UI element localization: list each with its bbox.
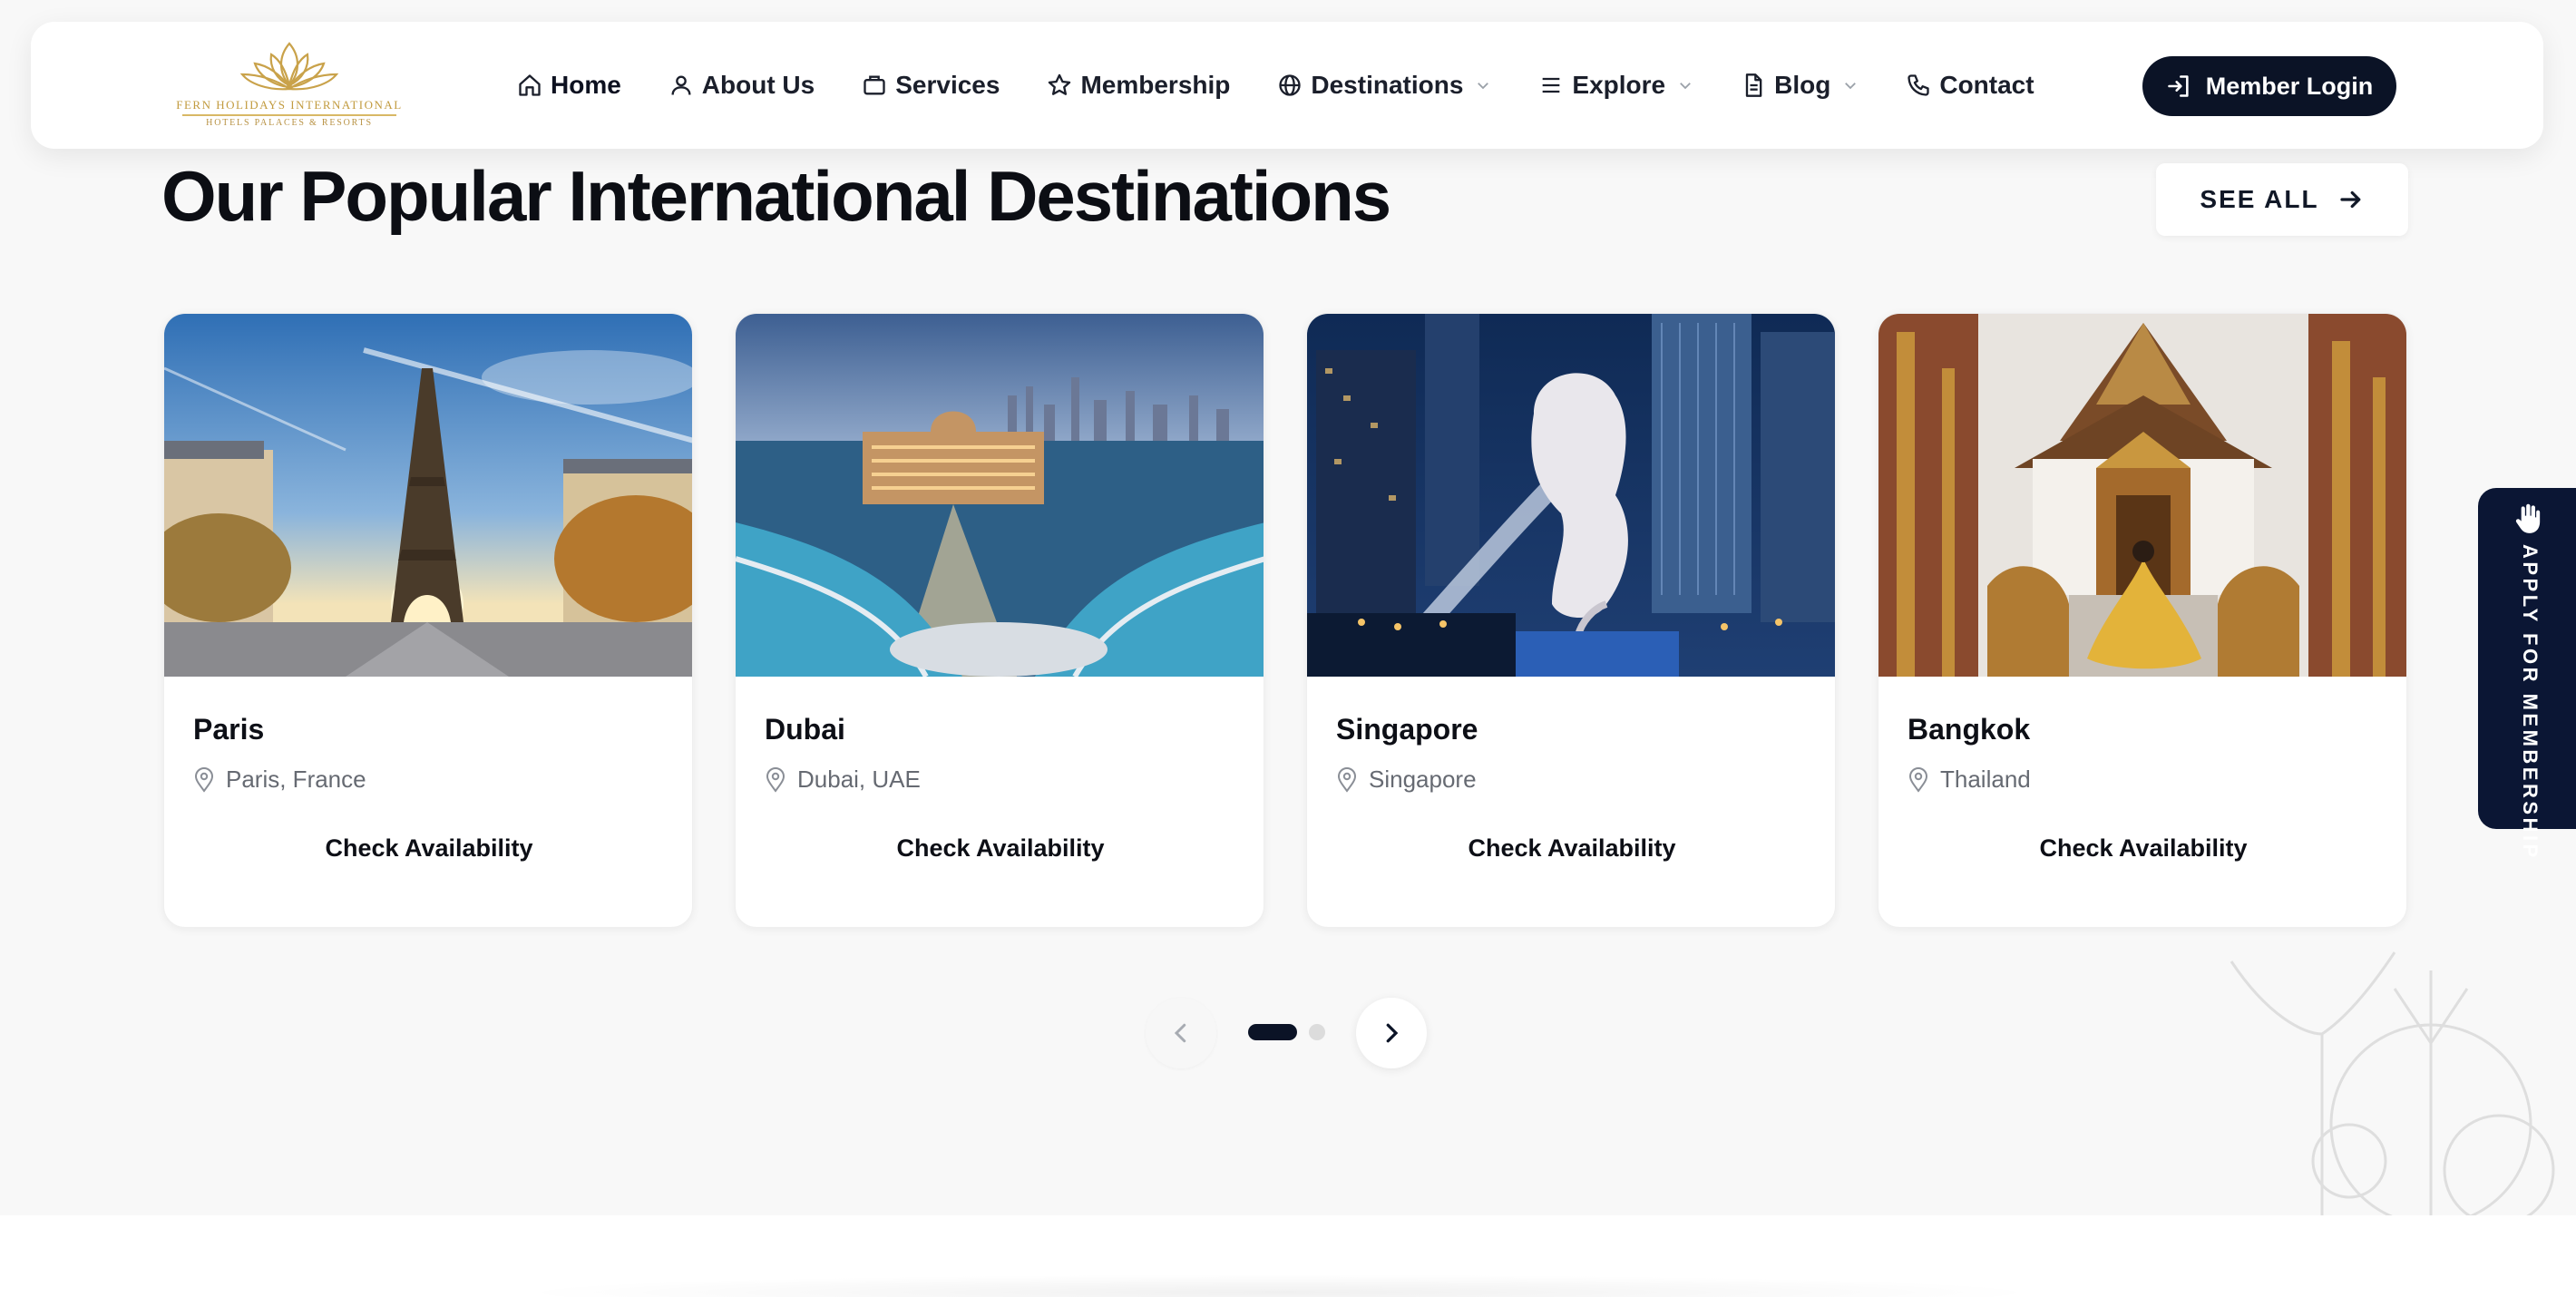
card-location-text: Singapore [1369, 766, 1477, 793]
section-heading: Our Popular International Destinations [161, 156, 1391, 236]
card-location: Dubai, UAE [765, 766, 921, 794]
card-location: Thailand [1908, 766, 2031, 794]
nav-about[interactable]: About Us [668, 71, 815, 100]
card-location: Singapore [1336, 766, 1477, 794]
nav-blog-label: Blog [1774, 71, 1831, 99]
nav-home-label: Home [551, 71, 621, 99]
chevron-down-icon [1478, 83, 1489, 90]
user-icon [671, 75, 691, 95]
nav-membership-label: Membership [1080, 71, 1231, 99]
destination-card[interactable]: Paris Paris, France Check Availability [163, 313, 693, 928]
brand-name: FERN HOLIDAYS INTERNATIONAL [176, 98, 403, 112]
carousel-next-button[interactable] [1356, 998, 1427, 1068]
nav-about-label: About Us [701, 71, 815, 99]
card-title: Bangkok [1908, 713, 2031, 746]
location-pin-icon [194, 766, 214, 793]
nav-services[interactable]: Services [862, 71, 1000, 100]
briefcase-icon [864, 75, 885, 95]
brand-divider [182, 114, 396, 116]
nav-explore-label: Explore [1572, 71, 1666, 99]
singapore-photo [1307, 314, 1835, 677]
location-pin-icon [1337, 766, 1357, 793]
chevron-left-icon [1174, 1023, 1186, 1043]
home-icon [519, 74, 541, 96]
nav-blog[interactable]: Blog [1741, 71, 1859, 100]
apply-membership-label: APPLY FOR MEMBERSHIP [2519, 544, 2542, 861]
nav-membership[interactable]: Membership [1047, 71, 1230, 100]
card-title: Paris [193, 713, 265, 746]
check-availability-button[interactable]: Check Availability [1307, 834, 1835, 863]
phone-icon [1908, 74, 1930, 96]
card-location: Paris, France [193, 766, 366, 794]
card-location-text: Dubai, UAE [797, 766, 921, 793]
nav-destinations[interactable]: Destinations [1277, 71, 1491, 100]
destination-carousel: Paris Paris, France Check Availability D… [163, 313, 2409, 928]
carousel-prev-button[interactable] [1146, 998, 1216, 1068]
check-availability-button[interactable]: Check Availability [164, 834, 692, 863]
nav-destinations-label: Destinations [1311, 71, 1464, 99]
dubai-photo [736, 314, 1264, 677]
location-pin-icon [1908, 766, 1928, 793]
hand-icon [2515, 503, 2541, 533]
nav-contact-label: Contact [1939, 71, 2034, 99]
nav-explore[interactable]: Explore [1538, 71, 1693, 100]
check-availability-button[interactable]: Check Availability [1878, 834, 2406, 863]
member-login-button[interactable]: Member Login [2142, 56, 2396, 116]
main-nav: Home About Us Services Membership Destin… [517, 22, 2082, 149]
card-location-text: Thailand [1940, 766, 2031, 793]
chevron-down-icon [1680, 83, 1692, 90]
decorative-lineart [2230, 951, 2555, 1215]
card-title: Singapore [1336, 713, 1478, 746]
menu-icon [1543, 77, 1560, 93]
brand-logo[interactable]: FERN HOLIDAYS INTERNATIONAL HOTELS PALAC… [176, 34, 403, 140]
nav-contact[interactable]: Contact [1906, 71, 2034, 100]
footer-shadow [508, 1274, 2050, 1297]
bangkok-photo [1878, 314, 2406, 677]
paris-photo [164, 314, 692, 677]
see-all-button[interactable]: SEE ALL [2156, 163, 2408, 236]
card-location-text: Paris, France [226, 766, 366, 793]
nav-services-label: Services [895, 71, 1000, 99]
chevron-right-icon [1386, 1023, 1399, 1043]
top-navbar: FERN HOLIDAYS INTERNATIONAL HOTELS PALAC… [31, 22, 2543, 149]
destination-card[interactable]: Bangkok Thailand Check Availability [1878, 313, 2407, 928]
carousel-dot-active[interactable] [1248, 1024, 1297, 1040]
lotus-logo-icon [239, 42, 339, 91]
nav-home[interactable]: Home [517, 71, 621, 100]
arrow-right-icon [2339, 190, 2360, 209]
member-login-label: Member Login [2205, 72, 2374, 100]
login-icon [2167, 75, 2189, 97]
destination-card[interactable]: Dubai Dubai, UAE Check Availability [735, 313, 1264, 928]
document-icon [1745, 73, 1762, 97]
brand-tagline: HOTELS PALACES & RESORTS [206, 118, 373, 128]
see-all-label: SEE ALL [2200, 185, 2319, 213]
location-pin-icon [766, 766, 785, 793]
star-icon [1049, 73, 1071, 95]
chevron-down-icon [1845, 83, 1857, 90]
check-availability-button[interactable]: Check Availability [736, 834, 1264, 863]
apply-membership-tab[interactable]: APPLY FOR MEMBERSHIP [2478, 488, 2576, 861]
destination-card[interactable]: Singapore Singapore Check Availability [1306, 313, 1836, 928]
card-title: Dubai [765, 713, 845, 746]
globe-icon [1279, 74, 1302, 96]
carousel-dot[interactable] [1309, 1024, 1325, 1040]
